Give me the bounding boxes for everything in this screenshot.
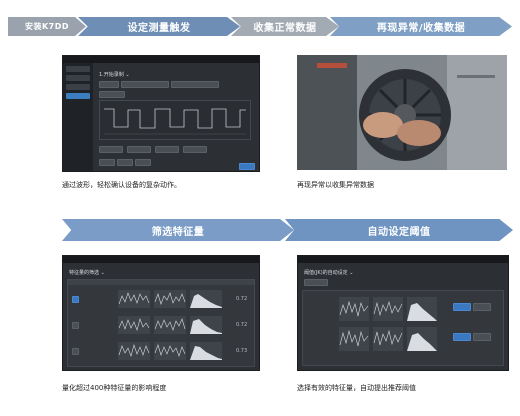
feature-plots-row [118, 290, 222, 308]
caption-threshold: 选择有效的特征量，自动提出推荐阈值 [297, 384, 416, 392]
step-reproduce-abnormal: 再现异常/收集数据 [330, 17, 512, 36]
caption-waveform: 通过波形，轻松确认设备的复杂动作。 [62, 181, 181, 189]
feature-checkbox[interactable] [72, 348, 79, 355]
threshold-input[interactable] [453, 333, 471, 341]
feature-plots-row [118, 316, 222, 334]
step-select-features: 筛选特征量 [62, 219, 294, 241]
feature-checkbox[interactable] [72, 296, 79, 303]
feature-score: 0.73 [236, 348, 248, 354]
confirm-button[interactable] [239, 163, 255, 170]
app-sidebar [63, 63, 93, 171]
step-set-trigger: 设定测量触发 [78, 17, 240, 36]
step-install-k7dd: 安装K7DD [8, 17, 86, 36]
feature-plots-row [118, 342, 222, 360]
caption-feature-count: 量化超过400种特征量的影响程度 [62, 384, 167, 392]
trigger-setup-screenshot: 1.开始录制 ⌄ [62, 55, 260, 172]
waveform-panel [99, 100, 251, 140]
waveform-chart [104, 108, 246, 135]
threshold-input[interactable] [473, 303, 491, 311]
screen-title: 1.开始录制 ⌄ [99, 72, 130, 78]
threshold-plots [339, 297, 437, 351]
auto-threshold-screenshot: 阈值(JK)的自动设定 ⌄ [297, 255, 509, 371]
feature-selection-screenshot: 特征量的筛选 ⌄ 0.72 0.72 0.73 [62, 255, 260, 371]
step-collect-normal: 收集正常数据 [231, 17, 339, 36]
feature-score: 0.72 [236, 296, 248, 302]
step-auto-threshold: 自动设定阈值 [285, 219, 513, 241]
threshold-input[interactable] [473, 333, 491, 341]
feature-checkbox[interactable] [72, 322, 79, 329]
threshold-input[interactable] [453, 303, 471, 311]
screen-title: 阈值(JK)的自动设定 ⌄ [304, 270, 354, 276]
caption-reproduce: 再现异常以收集异常数据 [297, 181, 374, 189]
feature-score: 0.72 [236, 322, 248, 328]
screen-title: 特征量的筛选 ⌄ [69, 270, 105, 276]
fan-motor-photo [297, 55, 507, 170]
